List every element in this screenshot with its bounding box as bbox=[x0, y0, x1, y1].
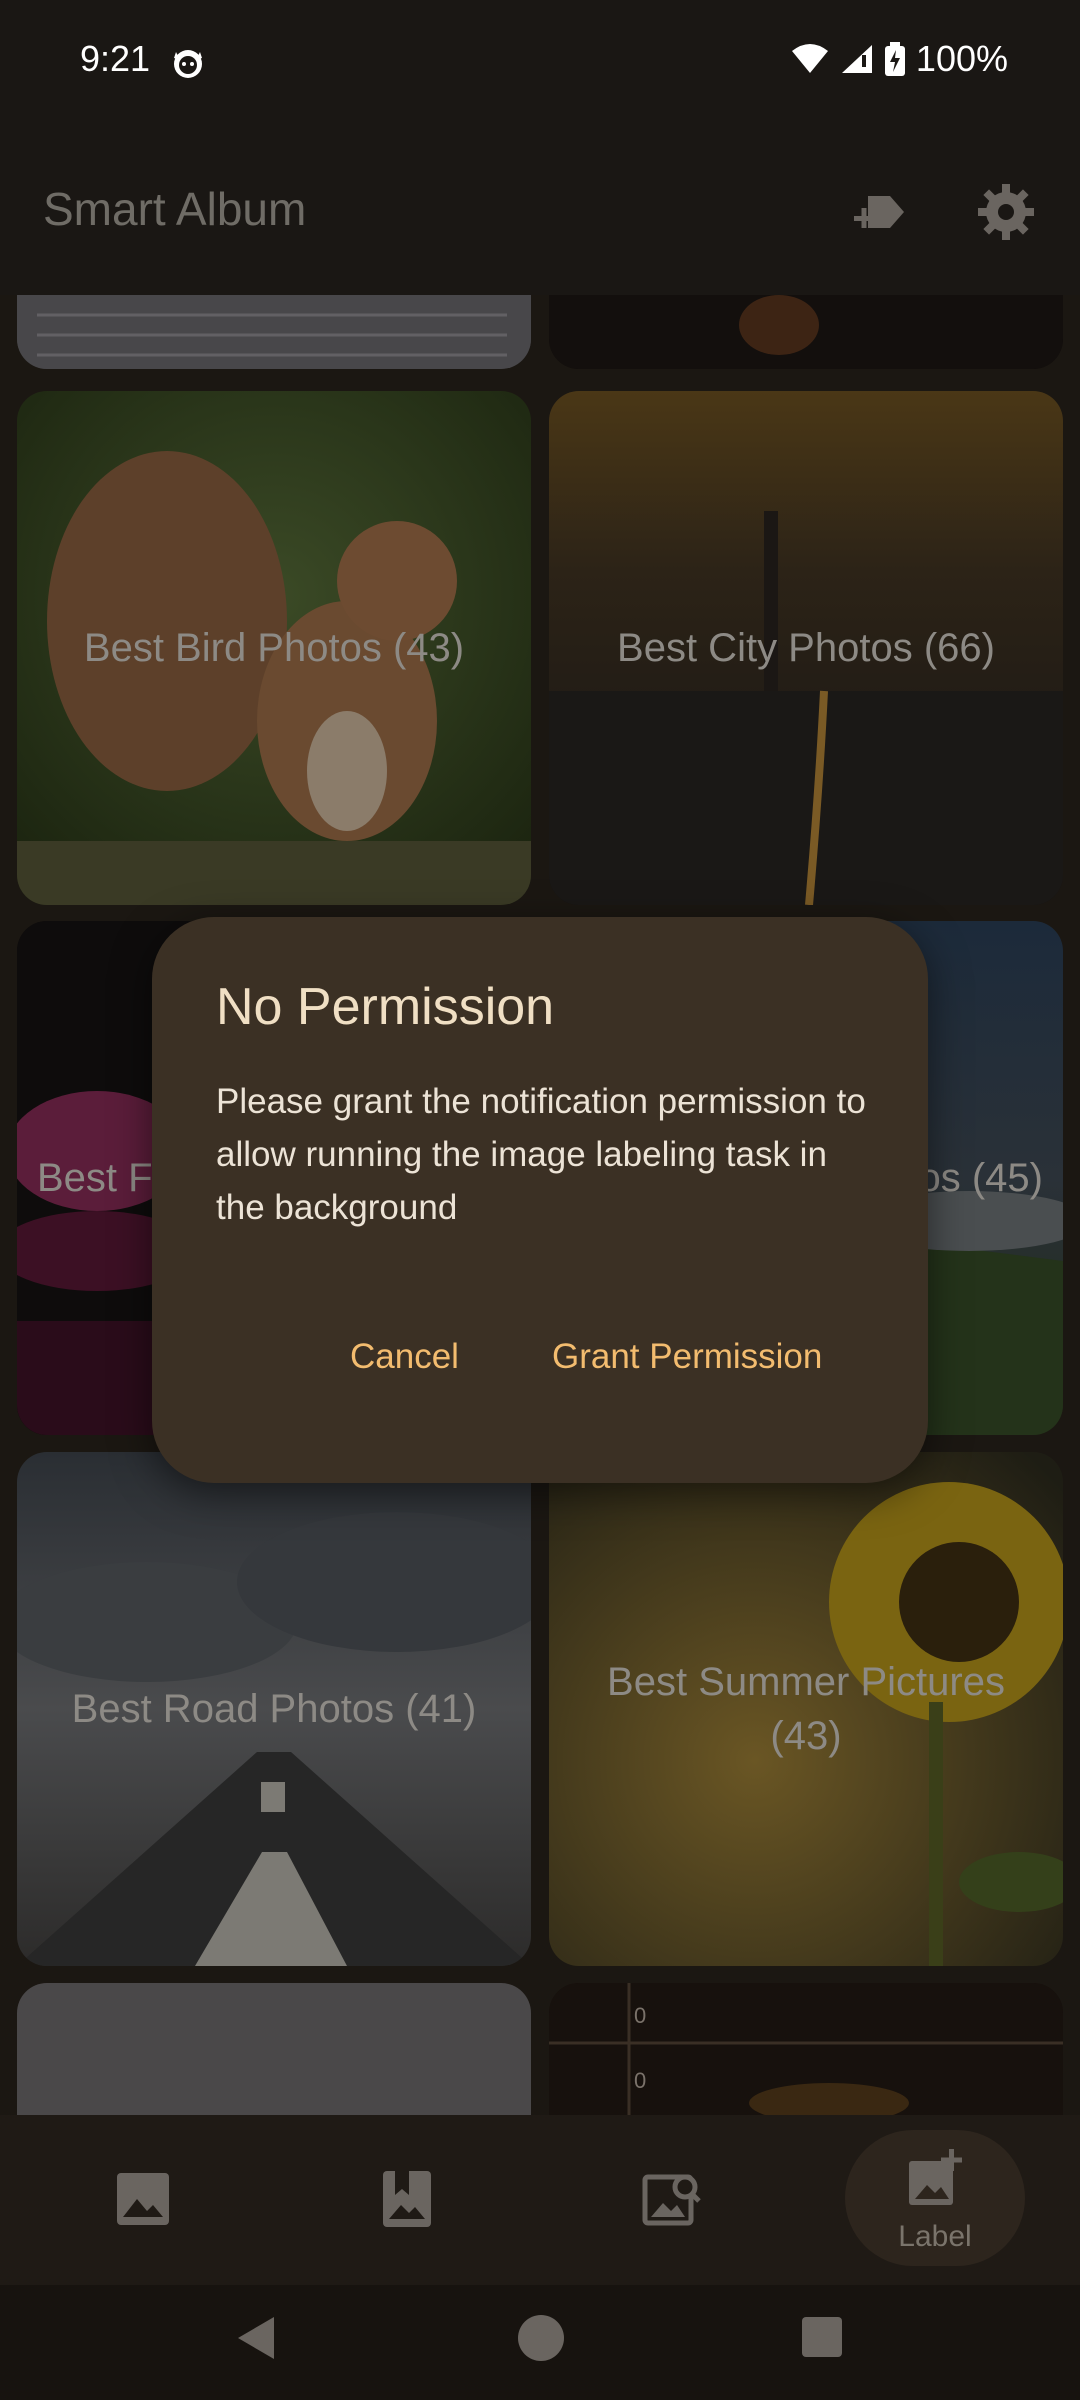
dark-thumbnail bbox=[549, 295, 1063, 369]
bottom-navigation: Label bbox=[0, 2115, 1080, 2285]
ornament-thumbnail bbox=[549, 1983, 1063, 2115]
grant-permission-button[interactable]: Grant Permission bbox=[532, 1325, 842, 1389]
battery-icon bbox=[884, 42, 905, 76]
signal-icon bbox=[841, 45, 872, 73]
album-label: Best Bird Photos (43) bbox=[83, 626, 465, 670]
bookmark-image-icon bbox=[383, 2171, 431, 2227]
add-image-icon bbox=[909, 2149, 962, 2205]
nav-item-albums[interactable] bbox=[272, 2115, 542, 2285]
permission-dialog: No Permission Please grant the notificat… bbox=[152, 917, 928, 1483]
image-icon bbox=[117, 2173, 169, 2225]
battery-percent: 100% bbox=[915, 38, 1008, 79]
app-bar: Smart Album bbox=[0, 120, 1080, 295]
album-label: Best Summer Pictures (43) bbox=[607, 1660, 1005, 1758]
status-icons: 100% bbox=[790, 38, 1008, 80]
album-label: Best City Photos (66) bbox=[617, 626, 995, 670]
settings-gear-icon[interactable] bbox=[976, 182, 1036, 242]
app-title: Smart Album bbox=[43, 183, 307, 235]
album-tile-road[interactable]: Best Road Photos (41) bbox=[17, 1452, 531, 1966]
add-label-icon[interactable] bbox=[850, 182, 910, 242]
cancel-button[interactable]: Cancel bbox=[330, 1325, 479, 1389]
album-tile-city[interactable]: Best City Photos (66) bbox=[549, 391, 1063, 905]
system-navigation-bar bbox=[0, 2285, 1080, 2400]
recents-icon[interactable] bbox=[801, 2316, 843, 2358]
status-time: 9:21 bbox=[80, 38, 151, 79]
nav-item-search[interactable] bbox=[536, 2115, 806, 2285]
dialog-message: Please grant the notification permission… bbox=[216, 1082, 866, 1227]
thumbnail-text: 0 bbox=[634, 2068, 647, 2093]
thumbnail-text: 0 bbox=[634, 2003, 647, 2028]
album-tile[interactable]: 0 0 bbox=[549, 1983, 1063, 2115]
cat-notification-icon bbox=[174, 50, 202, 78]
home-icon[interactable] bbox=[516, 2313, 566, 2363]
nav-item-photos[interactable] bbox=[8, 2115, 278, 2285]
album-label: Best Road Photos (41) bbox=[71, 1687, 477, 1731]
album-tile[interactable] bbox=[17, 1983, 531, 2115]
image-search-icon bbox=[642, 2174, 701, 2226]
document-thumbnail bbox=[17, 295, 531, 369]
album-tile-summer[interactable]: Best Summer Pictures (43) bbox=[549, 1452, 1063, 1966]
back-icon[interactable] bbox=[234, 2313, 278, 2363]
nav-label: Label bbox=[898, 2220, 972, 2253]
nav-item-label[interactable]: Label bbox=[800, 2115, 1070, 2285]
album-tile[interactable] bbox=[17, 295, 531, 369]
status-bar: 9:21 100% bbox=[0, 0, 1080, 120]
wifi-icon bbox=[791, 44, 828, 73]
album-tile-birds[interactable]: Best Bird Photos (43) bbox=[17, 391, 531, 905]
album-tile[interactable] bbox=[549, 295, 1063, 369]
dialog-title: No Permission bbox=[216, 978, 555, 1036]
